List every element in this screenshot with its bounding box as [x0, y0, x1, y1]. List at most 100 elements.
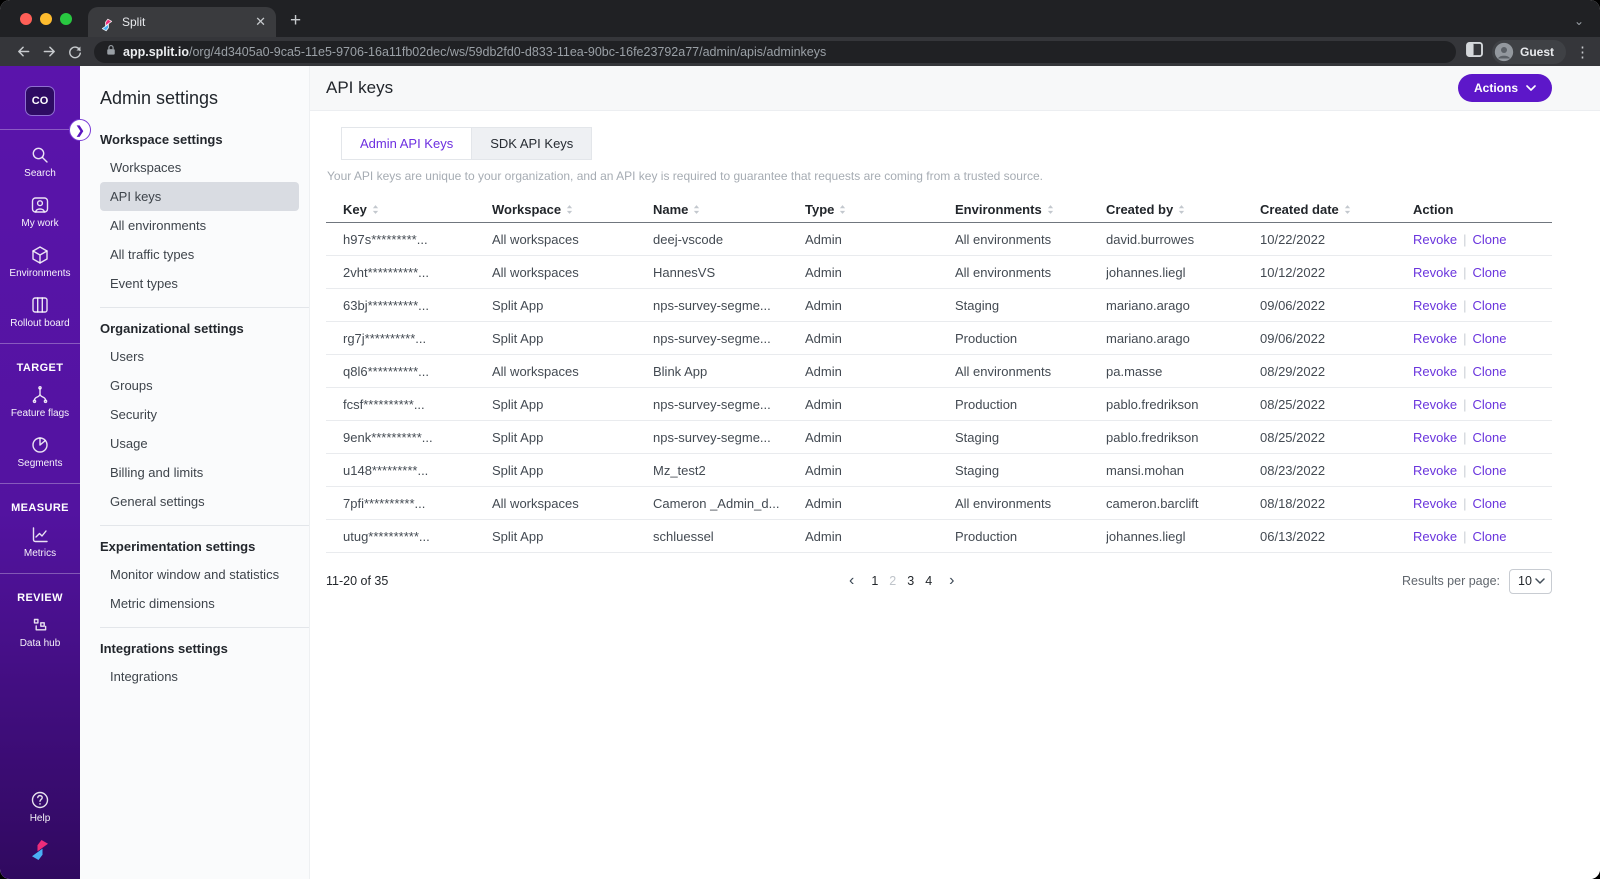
table-cell: 08/23/2022 — [1260, 462, 1326, 478]
sidebar-item-data-hub[interactable]: Data hub — [0, 607, 80, 657]
clone-link[interactable]: Clone — [1472, 232, 1506, 247]
nav-item-usage[interactable]: Usage — [100, 429, 299, 458]
table-cell: Admin — [805, 330, 842, 346]
sidebar-item-my-work[interactable]: My work — [0, 187, 80, 237]
nav-item-metric-dimensions[interactable]: Metric dimensions — [100, 589, 299, 618]
side-panel-icon[interactable] — [1466, 41, 1483, 62]
nav-item-all-traffic-types[interactable]: All traffic types — [100, 240, 299, 269]
sidebar-item-metrics[interactable]: Metrics — [0, 517, 80, 567]
browser-tabstrip: Split ✕ + ⌄ — [0, 0, 1600, 37]
nav-item-api-keys[interactable]: API keys — [100, 182, 299, 211]
revoke-link[interactable]: Revoke — [1413, 331, 1457, 346]
url-path: /org/4d3405a0-9ca5-11e5-9706-16a11fb02de… — [188, 44, 827, 59]
table-cell: All workspaces — [492, 363, 579, 379]
my-work-icon — [30, 195, 50, 215]
revoke-link[interactable]: Revoke — [1413, 496, 1457, 511]
column-header-name[interactable]: Name — [653, 202, 805, 217]
revoke-link[interactable]: Revoke — [1413, 265, 1457, 280]
clone-link[interactable]: Clone — [1472, 529, 1506, 544]
revoke-link[interactable]: Revoke — [1413, 364, 1457, 379]
nav-item-integrations[interactable]: Integrations — [100, 662, 299, 691]
zoom-window-button[interactable] — [60, 12, 72, 25]
results-per-page: Results per page: 10 — [1402, 568, 1552, 594]
forward-button[interactable] — [36, 43, 62, 60]
sort-icon[interactable] — [1178, 204, 1185, 215]
nav-item-monitor-window-and-statistics[interactable]: Monitor window and statistics — [100, 560, 299, 589]
sidebar-item-feature-flags[interactable]: Feature flags — [0, 377, 80, 427]
close-window-button[interactable] — [20, 12, 32, 25]
previous-page-button[interactable]: ‹ — [845, 573, 858, 589]
sidebar-item-search[interactable]: Search — [0, 137, 80, 187]
sort-icon[interactable] — [1344, 204, 1351, 215]
tab-sdk-api-keys[interactable]: SDK API Keys — [472, 127, 593, 160]
nav-item-workspaces[interactable]: Workspaces — [100, 153, 299, 182]
column-header-created-by[interactable]: Created by — [1106, 202, 1260, 217]
nav-item-billing-and-limits[interactable]: Billing and limits — [100, 458, 299, 487]
column-header-type[interactable]: Type — [805, 202, 955, 217]
profile-button[interactable]: Guest — [1491, 39, 1566, 64]
column-header-workspace[interactable]: Workspace — [492, 202, 653, 217]
table-cell: Staging — [955, 429, 1000, 445]
clone-link[interactable]: Clone — [1472, 496, 1506, 511]
browser-tab[interactable]: Split ✕ — [88, 7, 276, 37]
sidebar-item-segments[interactable]: Segments — [0, 427, 80, 477]
table-row: rg7j**********... Split App nps-survey-seg… — [326, 322, 1552, 355]
table-row: u148*********... Split App Mz_test2 Admin St… — [326, 454, 1552, 487]
sidebar-item-help[interactable]: Help — [30, 782, 50, 832]
minimize-window-button[interactable] — [40, 12, 52, 25]
revoke-link[interactable]: Revoke — [1413, 430, 1457, 445]
nav-item-all-environments[interactable]: All environments — [100, 211, 299, 240]
clone-link[interactable]: Clone — [1472, 463, 1506, 478]
clone-link[interactable]: Clone — [1472, 364, 1506, 379]
sort-icon[interactable] — [566, 204, 573, 215]
sort-icon[interactable] — [1047, 204, 1054, 215]
column-header-key[interactable]: Key — [343, 202, 492, 217]
sidebar-item-rollout-board[interactable]: Rollout board — [0, 287, 80, 337]
guest-avatar — [1494, 42, 1514, 61]
page-number-1[interactable]: 1 — [871, 574, 878, 588]
actions-button[interactable]: Actions — [1457, 74, 1552, 102]
nav-item-event-types[interactable]: Event types — [100, 269, 299, 298]
revoke-link[interactable]: Revoke — [1413, 232, 1457, 247]
nav-item-general-settings[interactable]: General settings — [100, 487, 299, 516]
browser-menu-icon[interactable]: ⋮ — [1575, 43, 1590, 61]
revoke-link[interactable]: Revoke — [1413, 397, 1457, 412]
revoke-link[interactable]: Revoke — [1413, 463, 1457, 478]
nav-section-header-integrations-settings: Integrations settings — [100, 641, 228, 656]
revoke-link[interactable]: Revoke — [1413, 529, 1457, 544]
table-cell: utug**********... — [343, 528, 430, 544]
nav-item-security[interactable]: Security — [100, 400, 299, 429]
sort-icon[interactable] — [839, 204, 846, 215]
tab-search-chevron-icon[interactable]: ⌄ — [1574, 14, 1584, 28]
nav-item-users[interactable]: Users — [100, 342, 299, 371]
column-header-environments[interactable]: Environments — [955, 202, 1106, 217]
tab-admin-api-keys[interactable]: Admin API Keys — [341, 127, 473, 160]
reload-button[interactable] — [62, 44, 88, 60]
table-cell: All environments — [955, 363, 1052, 379]
new-tab-button[interactable]: + — [290, 10, 301, 32]
next-page-button[interactable]: › — [945, 573, 958, 589]
sort-icon[interactable] — [372, 204, 379, 215]
nav-item-groups[interactable]: Groups — [100, 371, 299, 400]
table-cell: h97s*********... — [343, 231, 428, 247]
clone-link[interactable]: Clone — [1472, 397, 1506, 412]
column-header-created-date[interactable]: Created date — [1260, 202, 1413, 217]
url-bar[interactable]: app.split.io/org/4d3405a0-9ca5-11e5-9706… — [94, 40, 1456, 63]
tab-close-icon[interactable]: ✕ — [255, 14, 266, 30]
clone-link[interactable]: Clone — [1472, 430, 1506, 445]
clone-link[interactable]: Clone — [1472, 265, 1506, 280]
clone-link[interactable]: Clone — [1472, 298, 1506, 313]
workspace-badge[interactable]: CO — [25, 86, 55, 116]
page-number-3[interactable]: 3 — [907, 574, 914, 588]
sort-icon[interactable] — [693, 204, 700, 215]
sidebar-item-environments[interactable]: Environments — [0, 237, 80, 287]
clone-link[interactable]: Clone — [1472, 331, 1506, 346]
table-cell: 09/06/2022 — [1260, 297, 1326, 313]
page-number-4[interactable]: 4 — [925, 574, 932, 588]
back-button[interactable] — [10, 43, 36, 60]
sidebar-expand-button[interactable]: ❯ — [69, 119, 91, 141]
results-per-page-select[interactable]: 10 — [1509, 568, 1552, 594]
table-cell: 09/06/2022 — [1260, 330, 1326, 346]
table-cell: 9enk**********... — [343, 429, 433, 445]
revoke-link[interactable]: Revoke — [1413, 298, 1457, 313]
